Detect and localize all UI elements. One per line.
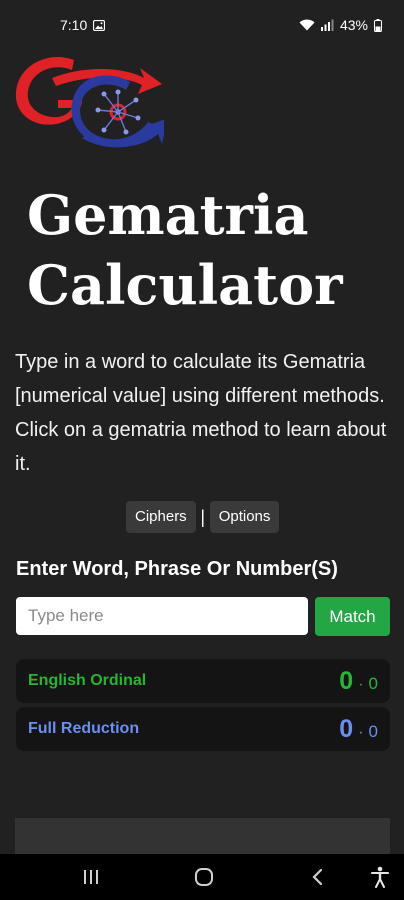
cipher-total: 0 xyxy=(339,666,354,695)
match-button[interactable]: Match xyxy=(315,597,390,636)
back-icon[interactable] xyxy=(296,854,338,900)
intro-text: Type in a word to calculate its Gematria… xyxy=(15,351,387,475)
accessibility-icon[interactable] xyxy=(362,854,398,900)
cipher-name[interactable]: Full Reduction xyxy=(28,720,139,738)
ciphers-button[interactable]: Ciphers xyxy=(126,501,196,533)
battery-level: 43% xyxy=(339,17,368,33)
cipher-values: 0 · 0 xyxy=(339,667,378,696)
cipher-total: 0 xyxy=(339,714,354,743)
cipher-sub-value: 0 xyxy=(368,673,378,693)
status-time: 7:10 xyxy=(60,17,88,33)
cipher-separator: · xyxy=(358,675,364,693)
battery-icon xyxy=(374,18,382,32)
title-line-2: Calculator xyxy=(27,253,343,317)
wifi-icon xyxy=(299,19,315,31)
input-label: Enter Word, Phrase Or Number(S) xyxy=(16,558,338,580)
tab-separator: | xyxy=(200,506,206,527)
cipher-sub-value: 0 xyxy=(368,721,378,741)
recent-apps-icon[interactable] xyxy=(70,854,112,900)
cipher-separator: · xyxy=(358,723,364,741)
cipher-row-english-ordinal[interactable]: English Ordinal 0 · 0 xyxy=(16,659,390,703)
status-bar: 7:10 43% xyxy=(0,0,404,50)
cipher-name[interactable]: English Ordinal xyxy=(28,672,146,690)
word-input[interactable] xyxy=(16,597,308,635)
status-right: 43% xyxy=(299,17,382,33)
menu-tabs: Ciphers | Options xyxy=(126,501,280,533)
home-icon[interactable] xyxy=(183,854,225,900)
gc-logo xyxy=(12,48,168,158)
options-button[interactable]: Options xyxy=(209,501,280,533)
cipher-row-full-reduction[interactable]: Full Reduction 0 · 0 xyxy=(16,707,390,751)
cipher-values: 0 · 0 xyxy=(339,715,378,744)
bottom-panel xyxy=(15,818,390,854)
gallery-icon xyxy=(93,19,106,31)
title-line-1: Gematria xyxy=(27,183,309,247)
signal-icon xyxy=(320,19,334,31)
navigation-bar xyxy=(0,854,404,900)
page-title: Gematria Calculator xyxy=(27,180,387,320)
status-left: 7:10 xyxy=(60,17,106,33)
